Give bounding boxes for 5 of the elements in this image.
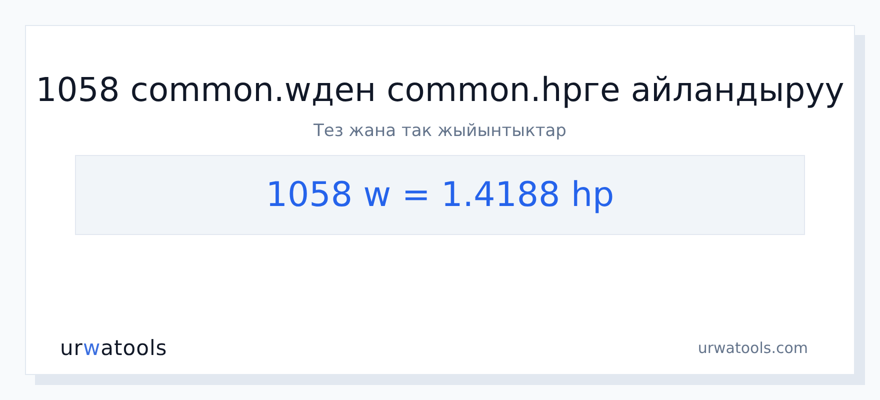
result-value: 1058 w = 1.4188 hp [75,155,805,235]
page-title: 1058 common.wден common.hpге айландыруу [36,70,844,109]
site-link[interactable]: urwatools.com [698,339,808,357]
subtitle: Тез жана так жыйынтыктар [314,121,566,141]
logo: urwatools [60,336,168,360]
